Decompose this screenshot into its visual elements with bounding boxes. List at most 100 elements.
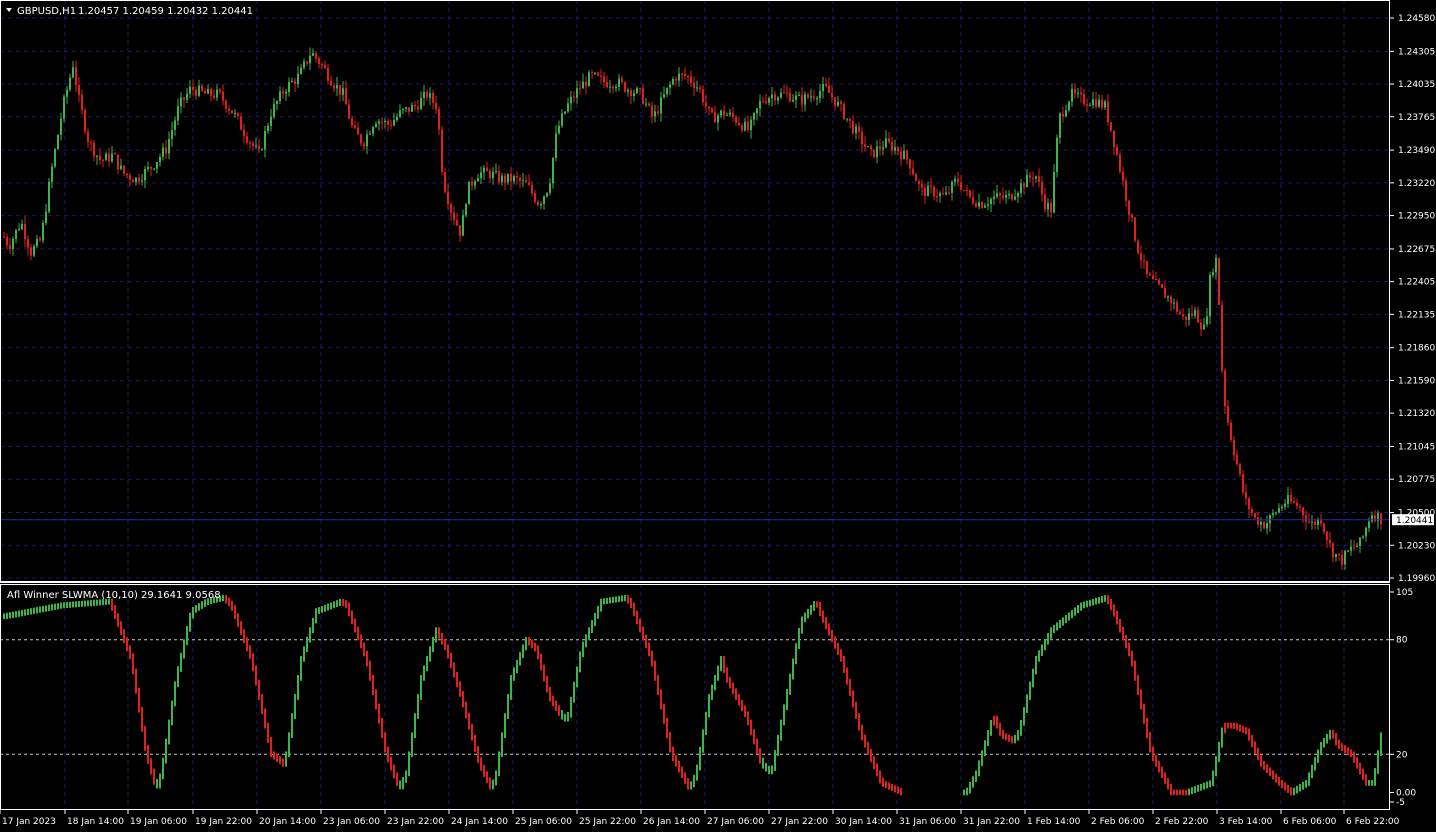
candle-body [309, 55, 311, 64]
candle-body [234, 113, 236, 115]
candle-body [180, 97, 182, 107]
oscillator-bar [738, 694, 740, 706]
candle-body [1269, 515, 1271, 524]
oscillator-bar [708, 694, 710, 718]
candle-body [168, 139, 170, 154]
candle-body [1014, 196, 1016, 200]
candle-body [450, 204, 452, 213]
price-tick-label: 1.24580 [1398, 14, 1435, 24]
candle-body [39, 238, 41, 241]
candle-body [357, 127, 359, 135]
candle-body [1353, 546, 1355, 548]
candle-body [447, 191, 449, 205]
candle-body [984, 205, 986, 208]
oscillator-bar [504, 713, 506, 739]
oscillator-bar [402, 777, 404, 790]
time-tick-label: 27 Jan 06:00 [707, 817, 764, 827]
oscillator-bar [444, 638, 446, 651]
oscillator-bar [450, 652, 452, 669]
oscillator-bar [135, 668, 137, 694]
oscillator-bar [435, 627, 437, 643]
oscillator-bar [1014, 734, 1016, 744]
oscillator-bar [1194, 786, 1196, 794]
oscillator-bar [741, 699, 743, 712]
oscillator-bar [3, 613, 5, 620]
candle-body [732, 112, 734, 118]
candle-body [615, 86, 617, 89]
oscillator-bar [48, 604, 50, 612]
oscillator-bar [543, 664, 545, 682]
oscillator-bar [474, 734, 476, 752]
oscillator-bar [1035, 655, 1037, 675]
oscillator-bar [1335, 732, 1337, 746]
candle-body [165, 147, 167, 154]
oscillator-bar [597, 605, 599, 619]
time-tick-label: 24 Jan 14:00 [451, 817, 508, 827]
indicator-tick-label: 80 [1396, 636, 1408, 646]
oscillator-bar [882, 777, 884, 787]
ohlc-values: 1.20457 1.20459 1.20432 1.20441 [78, 6, 253, 17]
candle-body [1053, 172, 1055, 213]
candle-body [966, 190, 968, 192]
oscillator-bar [1257, 747, 1259, 761]
candle-body [291, 80, 293, 82]
candle-body [300, 67, 302, 74]
oscillator-bar [876, 763, 878, 777]
candle-body [1026, 174, 1028, 188]
candle-body [390, 124, 392, 126]
candle-body [1254, 513, 1256, 518]
candle-body [900, 151, 902, 159]
candle-body [621, 78, 623, 83]
candle-body [504, 175, 506, 183]
candle-body [927, 185, 929, 197]
candle-body [1032, 177, 1034, 179]
oscillator-bar [171, 700, 173, 726]
oscillator-bar [801, 616, 803, 634]
oscillator-bar [1080, 602, 1082, 611]
oscillator-bar [786, 689, 788, 711]
trading-chart[interactable]: 1.24580 1.24305 1.24035 1.23765 1.23490 1.232… [0, 0, 1436, 832]
oscillator-bar [807, 608, 809, 619]
price-tick-label: 1.22135 [1398, 310, 1435, 320]
candle-body [612, 86, 614, 89]
oscillator-bar [780, 719, 782, 741]
candle-body [360, 134, 362, 144]
candle-body [1158, 279, 1160, 285]
candle-body [1293, 501, 1295, 503]
candle-body [861, 131, 863, 145]
candle-body [339, 85, 341, 95]
candle-body [12, 238, 14, 249]
candle-body [123, 165, 125, 174]
oscillator-bar [1266, 764, 1268, 774]
candle-body [990, 198, 992, 205]
oscillator-bar [1344, 745, 1346, 754]
candle-body [963, 189, 965, 191]
oscillator-bar [1008, 734, 1010, 742]
oscillator-bar [588, 627, 590, 641]
oscillator-bar [342, 599, 344, 606]
oscillator-bar [129, 645, 131, 660]
candle-body [6, 236, 8, 246]
oscillator-bar [168, 719, 170, 745]
oscillator-bar [582, 641, 584, 658]
oscillator-bar [30, 608, 32, 615]
candle-body [774, 94, 776, 101]
candle-body [444, 172, 446, 192]
candle-body [1185, 316, 1187, 320]
oscillator-bar [804, 612, 806, 623]
oscillator-bar [858, 713, 860, 731]
oscillator-bar [57, 603, 59, 610]
candle-body [1365, 527, 1367, 537]
candle-body [726, 114, 728, 116]
candle-body [708, 106, 710, 109]
oscillator-bar [231, 600, 233, 611]
oscillator-bar [747, 711, 749, 726]
oscillator-bar [306, 636, 308, 653]
oscillator-bar [366, 650, 368, 667]
candle-body [1326, 531, 1328, 541]
oscillator-bar [1167, 778, 1169, 790]
oscillator-bar [765, 762, 767, 772]
candle-body [837, 101, 839, 106]
oscillator-bar [27, 608, 29, 616]
candle-body [1086, 104, 1088, 106]
